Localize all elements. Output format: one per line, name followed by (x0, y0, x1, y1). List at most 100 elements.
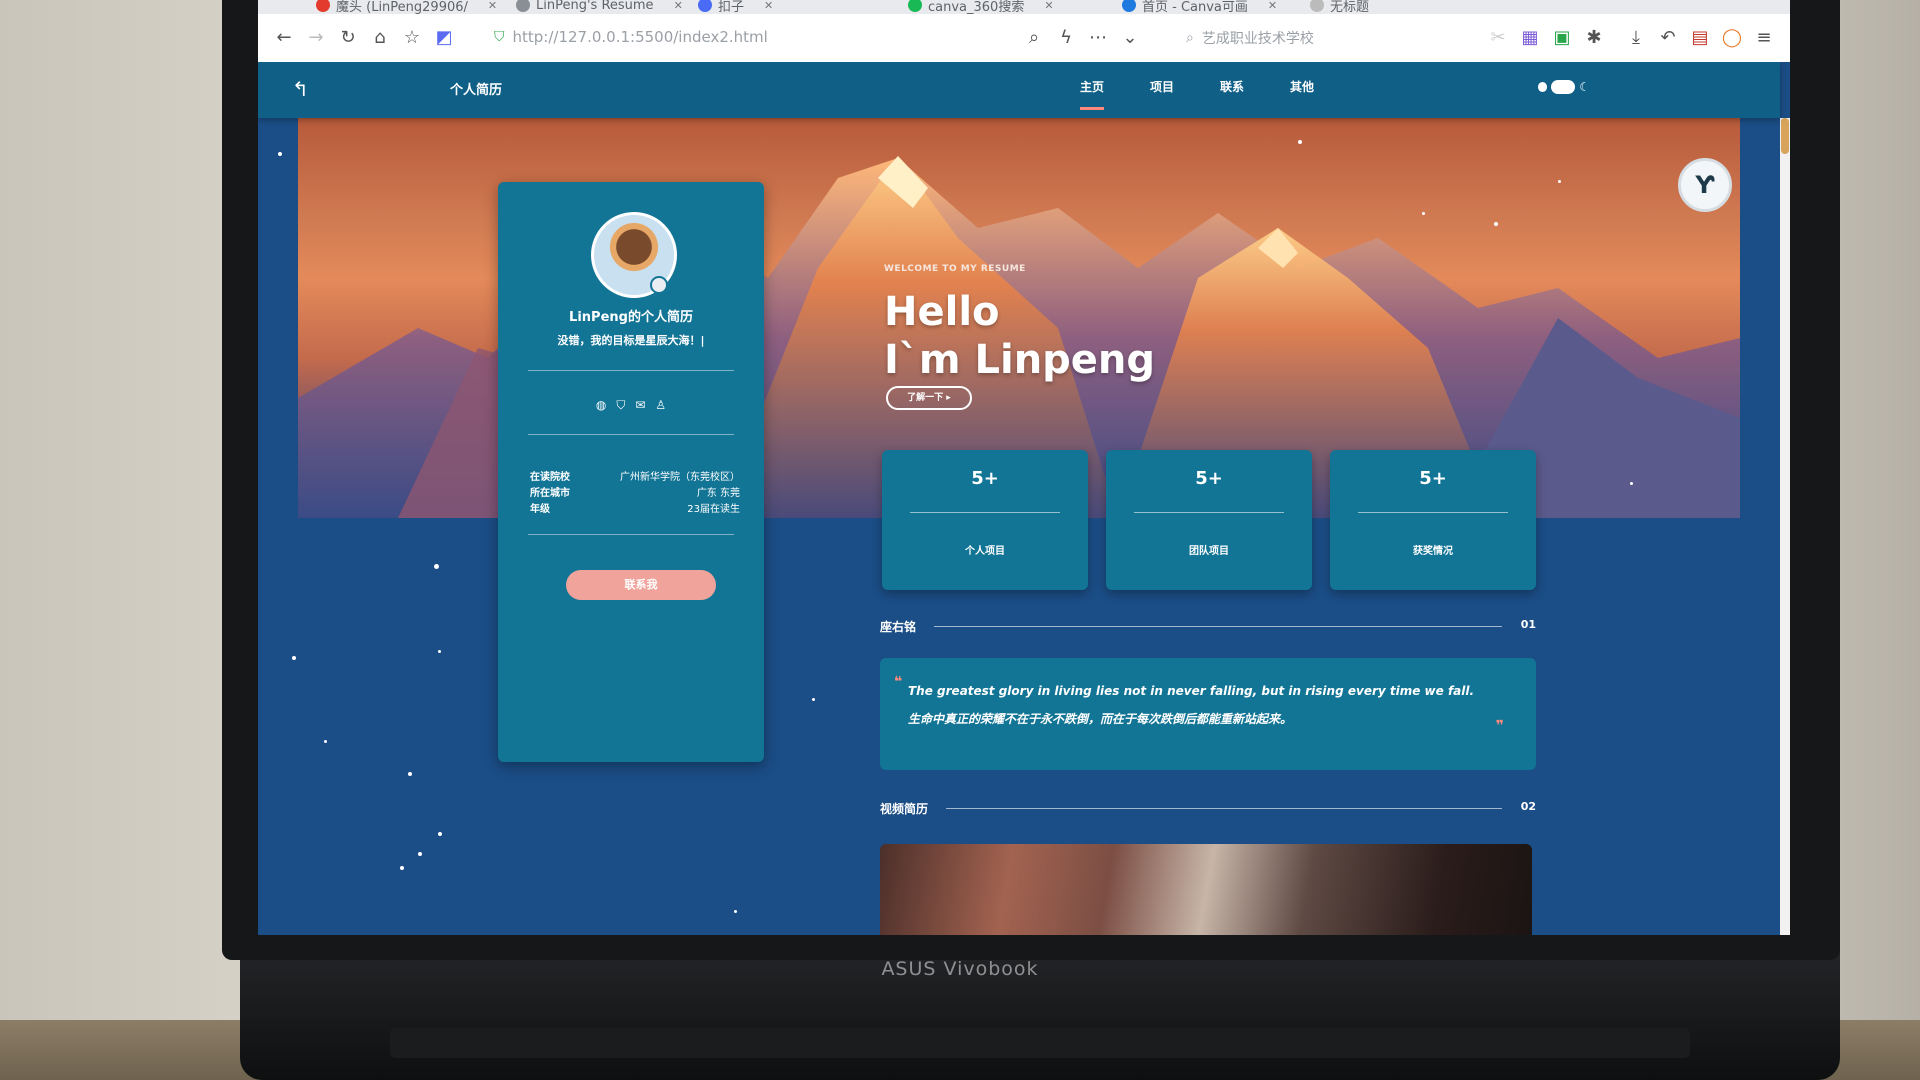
screen: 魔头 (LinPeng29906/ ✕ LinPeng's Resume ✕ 扣子 ✕… (258, 0, 1790, 935)
more-icon[interactable]: ⋯ (1086, 26, 1110, 50)
tab-2[interactable]: LinPeng's Resume ✕ (516, 0, 683, 14)
section-header-video: 视频简历 02 (880, 800, 1536, 820)
chevron-down-icon[interactable]: ⌄ (1118, 26, 1142, 50)
shield-icon: ⛉ (494, 29, 505, 45)
site-navbar: ↰ 个人简历 主页 项目 联系 其他 ☾ (258, 62, 1780, 118)
close-icon[interactable]: ✕ (488, 0, 497, 12)
stat-label: 团队项目 (1189, 546, 1229, 557)
quote-close-icon: ❞ (1495, 718, 1504, 734)
learn-more-button[interactable]: 了解一下 ▸ (886, 386, 972, 410)
video-player[interactable] (880, 844, 1532, 935)
contact-button[interactable]: 联系我 (566, 570, 716, 600)
tab-6[interactable]: 无标题 (1310, 0, 1369, 14)
tab-5[interactable]: 首页 - Canva可画 ✕ (1122, 0, 1277, 14)
site-logo-icon[interactable]: Ƴ (1678, 158, 1732, 212)
info-row-school: 在读院校 广州新华学院（东莞校区） (530, 468, 740, 483)
section-index: 02 (1520, 800, 1536, 813)
tab-4[interactable]: canva_360搜索 ✕ (908, 0, 1054, 14)
stat-value: 5+ (1195, 468, 1223, 489)
star-decoration (324, 740, 327, 743)
divider (528, 434, 734, 435)
divider (528, 370, 734, 371)
tab-3[interactable]: 扣子 ✕ (698, 0, 773, 14)
download-icon[interactable]: ⤓ (1624, 26, 1648, 50)
nav-item-projects[interactable]: 项目 (1150, 78, 1174, 95)
shield-icon[interactable]: ⛉ (616, 398, 625, 413)
star-decoration (400, 866, 404, 870)
close-icon[interactable]: ✕ (1268, 0, 1277, 12)
qq-icon[interactable]: ♙ (655, 398, 666, 413)
tab-favicon (516, 0, 530, 12)
star-decoration (1422, 212, 1425, 215)
scrollbar-thumb[interactable] (1781, 118, 1789, 154)
stat-card-team[interactable]: 5+ 团队项目 (1106, 450, 1312, 590)
search-icon[interactable]: ⌕ (1022, 26, 1046, 50)
nav-item-contact[interactable]: 联系 (1220, 78, 1244, 95)
search-icon: ⌕ (1186, 30, 1194, 46)
info-row-city: 所在城市 广东 东莞 (530, 484, 740, 499)
sun-icon (1538, 82, 1548, 92)
theme-toggle[interactable]: ☾ (1538, 76, 1590, 98)
star-decoration (292, 656, 296, 660)
hero-title-line1: Hello (884, 289, 1000, 335)
tab-label: 首页 - Canva可画 (1142, 0, 1248, 14)
puzzle-icon[interactable]: ✱ (1582, 26, 1606, 50)
star-decoration (438, 832, 442, 836)
hero-subtitle: WELCOME TO MY RESUME (884, 264, 1026, 274)
arrow-left-icon[interactable]: ↰ (292, 77, 309, 101)
search-box[interactable]: ⌕ 艺成职业技术学校 (1186, 28, 1314, 48)
tab-label: 无标题 (1330, 0, 1370, 14)
window-icon[interactable]: ▣ (1550, 26, 1574, 50)
status-dot (650, 276, 668, 294)
info-value: 广东 东莞 (696, 488, 740, 499)
lightning-icon[interactable]: ϟ (1054, 26, 1078, 50)
nav-item-home[interactable]: 主页 (1080, 78, 1105, 110)
quote-english: The greatest glory in living lies not in… (908, 684, 1475, 698)
profile-motto: 没错，我的目标是星辰大海！| (557, 334, 705, 347)
undo-icon[interactable]: ↶ (1656, 26, 1680, 50)
star-decoration (1494, 222, 1498, 226)
stat-value: 5+ (971, 468, 999, 489)
scrollbar[interactable] (1780, 118, 1790, 935)
close-icon[interactable]: ✕ (764, 0, 773, 12)
tab-label: 扣子 (718, 0, 745, 14)
mail-icon[interactable]: ✉ (635, 398, 645, 413)
site-title[interactable]: 个人简历 (450, 79, 502, 98)
section-title: 视频简历 (880, 802, 929, 816)
cut-icon[interactable]: ✂ (1486, 26, 1510, 50)
info-value: 广州新华学院（东莞校区） (620, 472, 740, 483)
stat-value: 5+ (1419, 468, 1447, 489)
circle-logo-icon[interactable]: ◯ (1720, 26, 1744, 50)
stat-card-awards[interactable]: 5+ 获奖情况 (1330, 450, 1536, 590)
toggle-track (1551, 80, 1576, 94)
back-icon[interactable]: ← (272, 26, 296, 50)
tab-1[interactable]: 魔头 (LinPeng29906/ ✕ (316, 0, 497, 14)
star-decoration (1558, 180, 1561, 183)
search-box-text: 艺成职业技术学校 (1201, 31, 1314, 47)
laptop-hinge (390, 1028, 1690, 1058)
close-icon[interactable]: ✕ (1044, 0, 1053, 12)
star-decoration (438, 650, 441, 653)
star-decoration (812, 698, 815, 701)
star-decoration (418, 852, 422, 856)
stat-card-personal[interactable]: 5+ 个人项目 (882, 450, 1088, 590)
url-text: http://127.0.0.1:5500/index2.html (512, 28, 768, 46)
forward-icon[interactable]: → (304, 26, 328, 50)
menu-icon[interactable]: ≡ (1752, 26, 1776, 50)
tab-strip: 魔头 (LinPeng29906/ ✕ LinPeng's Resume ✕ 扣子 ✕… (258, 0, 1790, 14)
quote-open-icon: ❝ (894, 674, 903, 690)
address-bar[interactable]: ⛉ http://127.0.0.1:5500/index2.html (494, 28, 768, 46)
star-decoration (734, 910, 737, 913)
nav-item-other[interactable]: 其他 (1290, 78, 1314, 95)
toolbox-icon[interactable]: ▤ (1688, 26, 1712, 50)
home-icon[interactable]: ⌂ (368, 26, 392, 50)
tab-favicon (908, 0, 922, 12)
wechat-icon[interactable]: ◍ (596, 398, 606, 413)
bookmark-star-icon[interactable]: ☆ (400, 26, 424, 50)
tab-label: canva_360搜索 (928, 0, 1025, 14)
close-icon[interactable]: ✕ (674, 0, 683, 12)
browser-toolbar: ← → ↻ ⌂ ☆ ◩ ⛉ http://127.0.0.1:5500/inde… (258, 14, 1790, 63)
reload-icon[interactable]: ↻ (336, 26, 360, 50)
extension-n-icon[interactable]: ◩ (432, 26, 456, 50)
grid-icon[interactable]: ▦ (1518, 26, 1542, 50)
